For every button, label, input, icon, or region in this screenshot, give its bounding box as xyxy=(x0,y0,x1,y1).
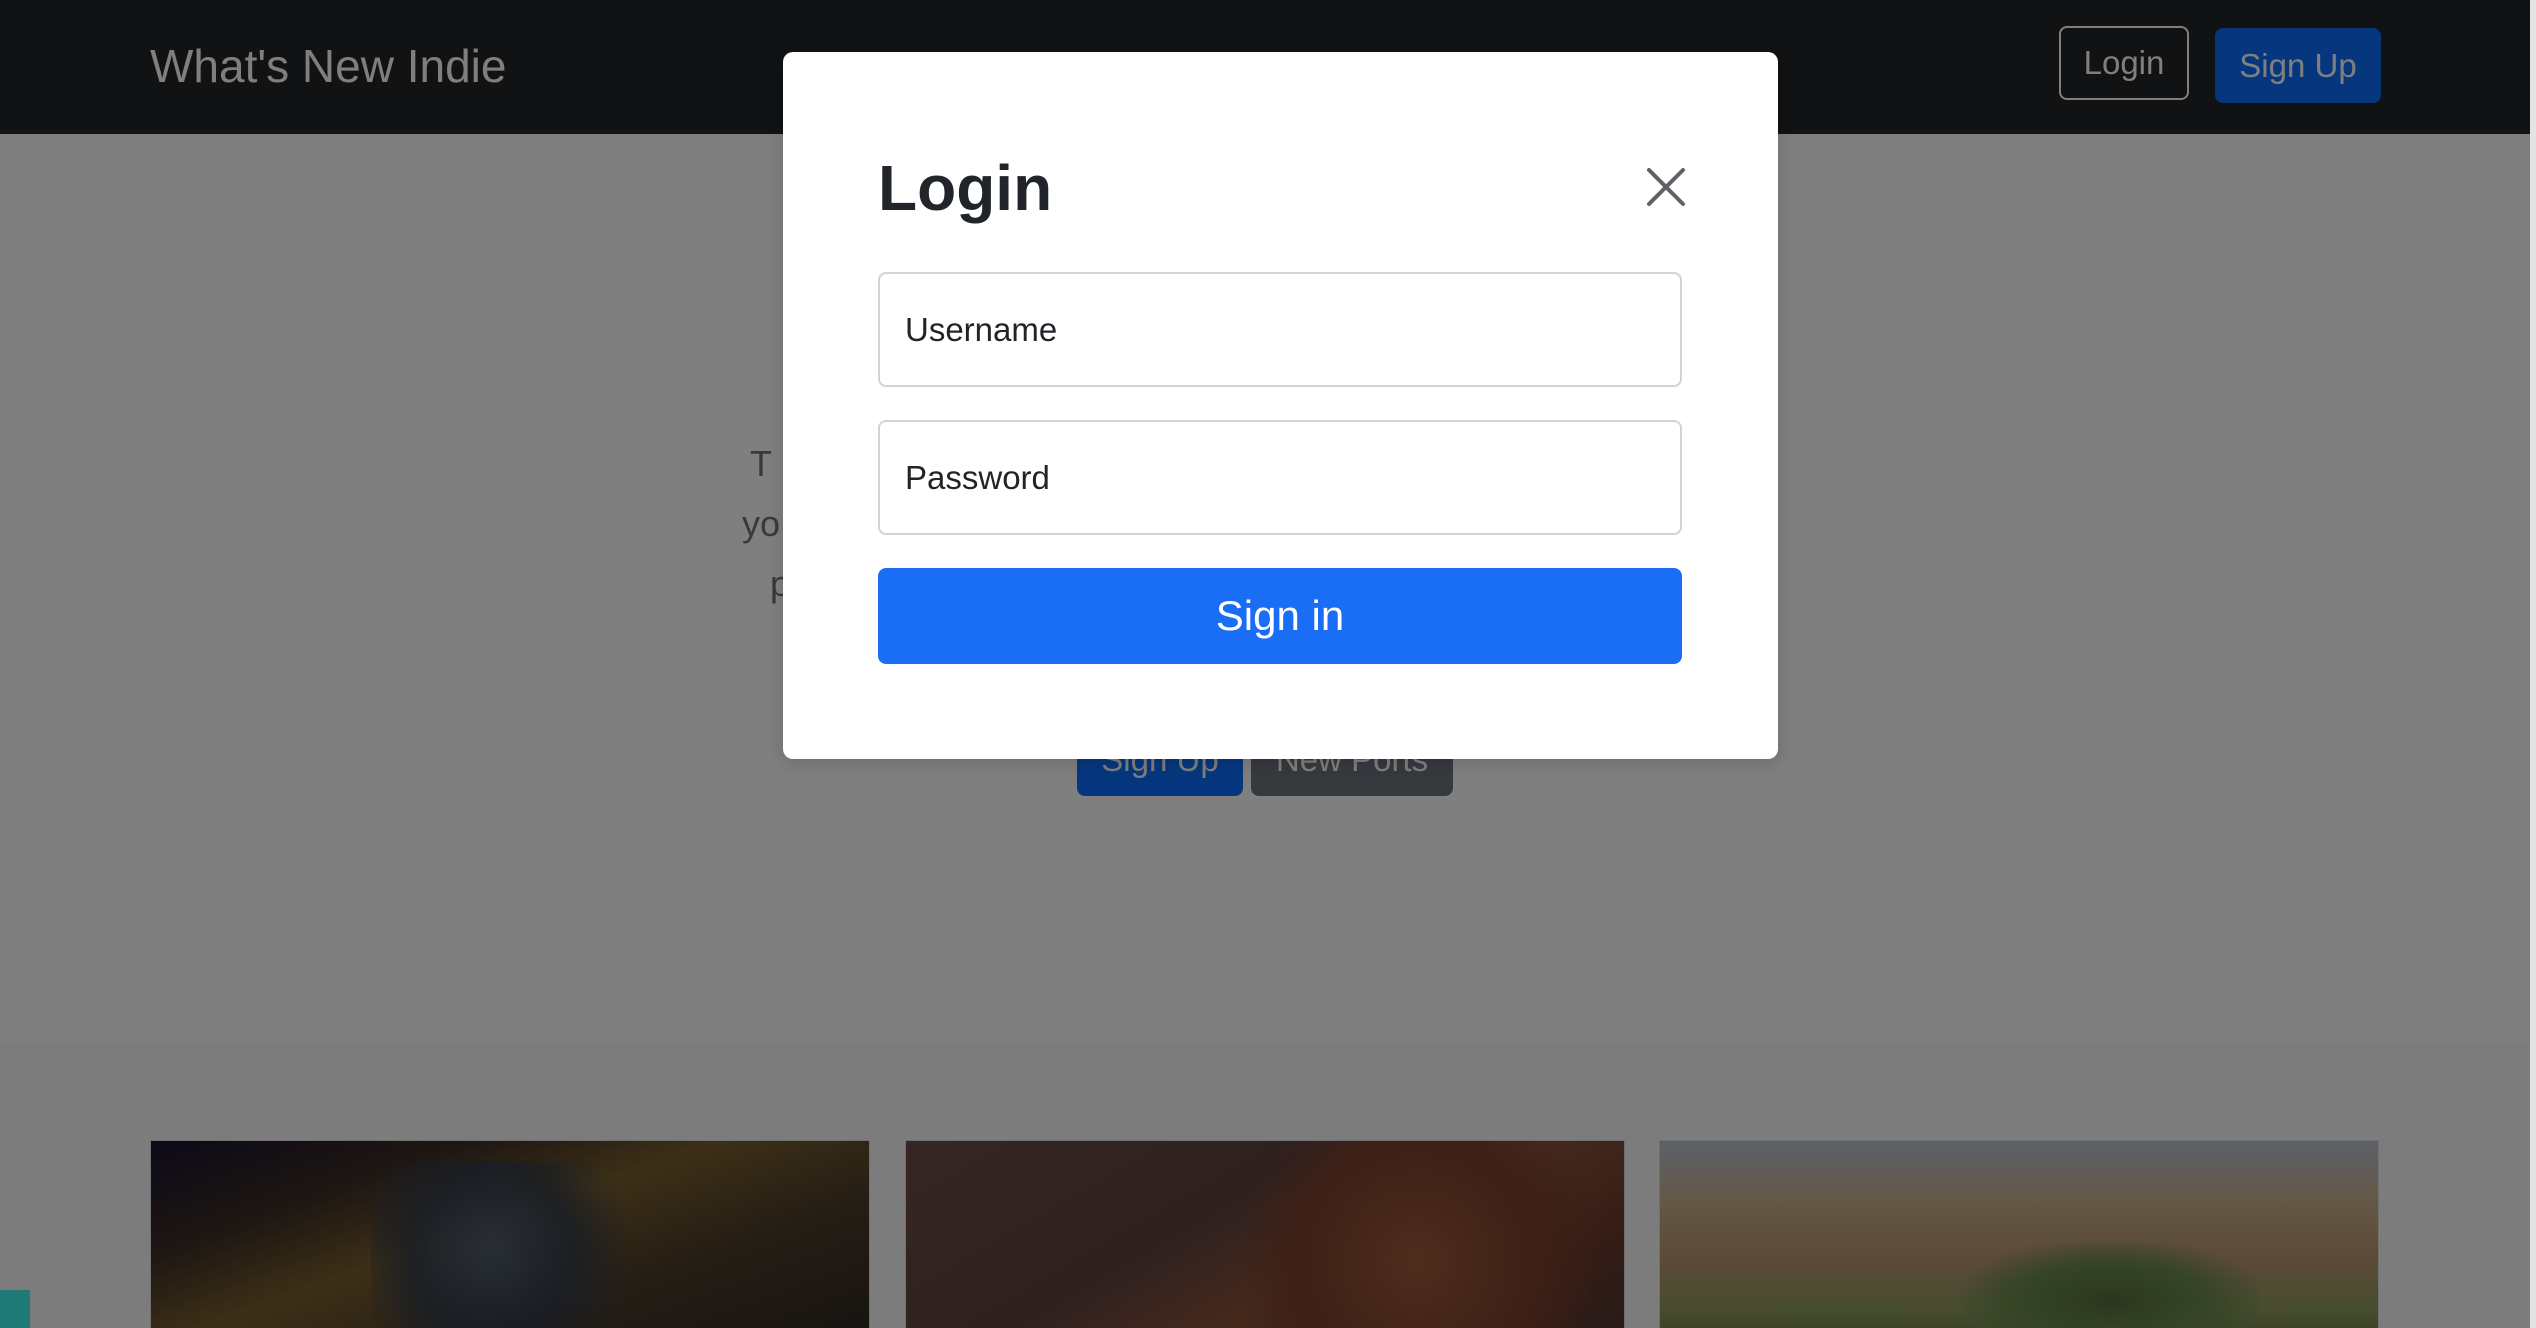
scrollbar[interactable] xyxy=(2530,0,2536,1328)
page: What's New Indie Login Sign Up T yo p Si… xyxy=(0,0,2536,1328)
username-field-wrapper xyxy=(878,272,1682,387)
username-input[interactable] xyxy=(880,274,1680,385)
login-modal: Login Sign in xyxy=(783,52,1778,759)
password-field-wrapper xyxy=(878,420,1682,535)
close-icon xyxy=(1647,168,1685,206)
signin-button[interactable]: Sign in xyxy=(878,568,1682,664)
password-input[interactable] xyxy=(880,422,1680,533)
modal-title: Login xyxy=(878,152,1053,224)
desktop-corner xyxy=(0,1290,30,1328)
close-button[interactable] xyxy=(1641,162,1691,212)
